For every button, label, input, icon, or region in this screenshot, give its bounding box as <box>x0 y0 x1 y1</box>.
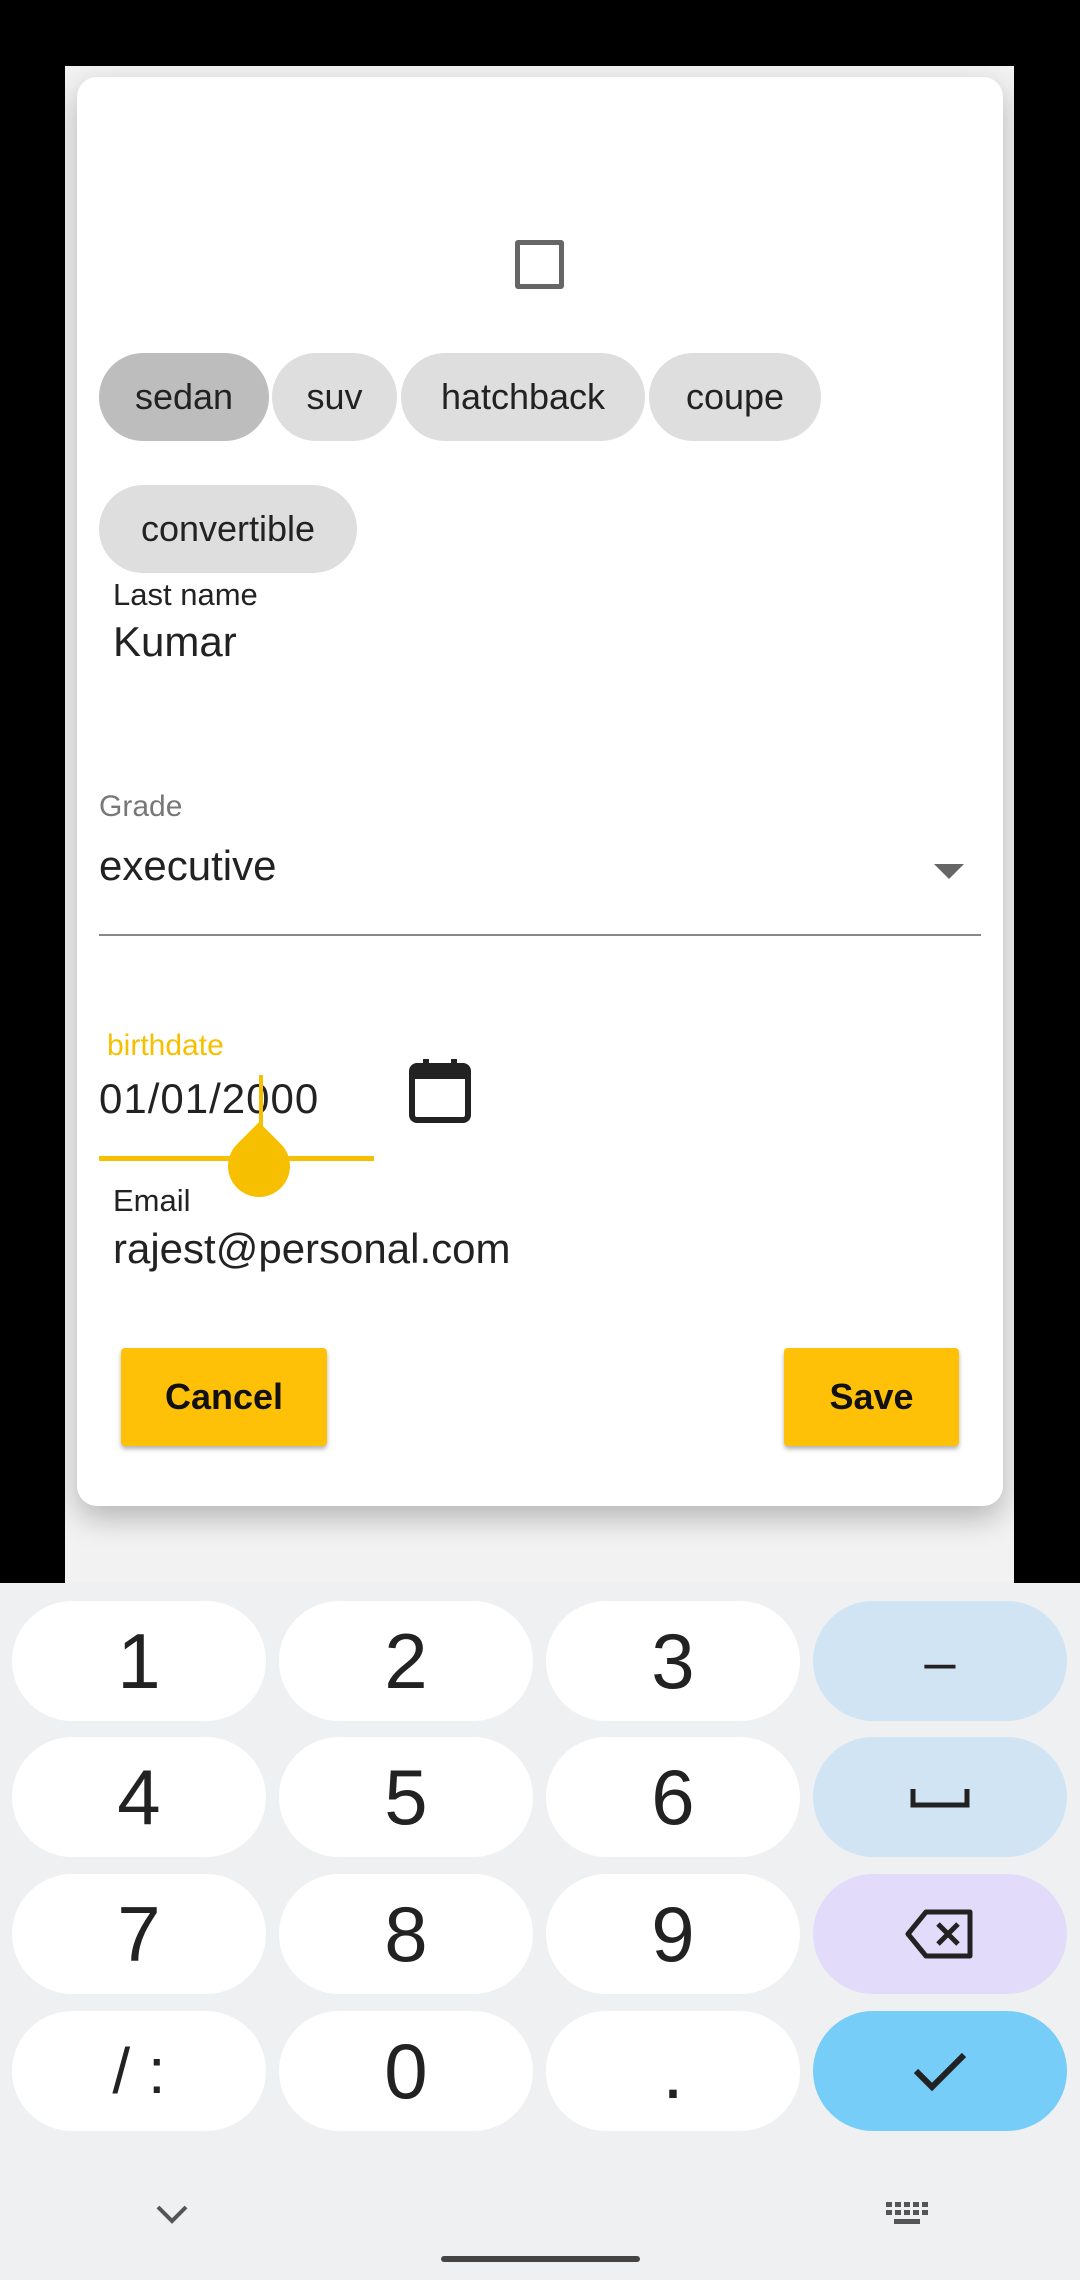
key-2[interactable]: 2 <box>279 1601 533 1721</box>
key-6[interactable]: 6 <box>546 1737 800 1857</box>
key-period[interactable]: . <box>546 2011 800 2131</box>
key-5[interactable]: 5 <box>279 1737 533 1857</box>
key-0[interactable]: 0 <box>279 2011 533 2131</box>
key-label: – <box>924 1629 956 1693</box>
last-name-field[interactable]: Kumar <box>113 618 237 666</box>
screen: sedan suv hatchback coupe convertible La… <box>0 0 1080 2280</box>
last-name-label: Last name <box>113 577 258 612</box>
key-9[interactable]: 9 <box>546 1874 800 1994</box>
key-4[interactable]: 4 <box>12 1737 266 1857</box>
key-label: 5 <box>384 1752 428 1841</box>
key-label: 7 <box>117 1889 161 1978</box>
grade-underline <box>99 934 981 936</box>
edit-dialog: sedan suv hatchback coupe convertible La… <box>77 77 1003 1506</box>
key-3[interactable]: 3 <box>546 1601 800 1721</box>
key-label: 9 <box>651 1889 695 1978</box>
key-backspace[interactable] <box>813 1874 1067 1994</box>
chevron-down-icon[interactable] <box>154 2203 190 2225</box>
key-label: 4 <box>117 1752 161 1841</box>
checkbox[interactable] <box>515 240 564 289</box>
key-label: . <box>662 2026 684 2115</box>
email-field[interactable]: rajest@personal.com <box>113 1225 510 1273</box>
chip-convertible[interactable]: convertible <box>99 485 357 573</box>
key-label: 0 <box>384 2026 428 2115</box>
chip-suv[interactable]: suv <box>272 353 397 441</box>
key-8[interactable]: 8 <box>279 1874 533 1994</box>
key-label: 3 <box>651 1616 695 1705</box>
key-7[interactable]: 7 <box>12 1874 266 1994</box>
key-label: / : <box>112 2035 166 2107</box>
text-cursor <box>259 1075 263 1130</box>
keyboard-icon[interactable] <box>884 2200 930 2230</box>
key-label: 8 <box>384 1889 428 1978</box>
checkmark-icon <box>913 2052 967 2092</box>
key-1[interactable]: 1 <box>12 1601 266 1721</box>
key-slash-colon[interactable]: / : <box>12 2011 266 2131</box>
grade-label: Grade <box>99 790 183 823</box>
key-done[interactable] <box>813 2011 1067 2131</box>
backspace-icon <box>905 1909 973 1959</box>
chip-coupe[interactable]: coupe <box>649 353 821 441</box>
email-label: Email <box>113 1183 191 1218</box>
key-label: 6 <box>651 1752 695 1841</box>
grade-select[interactable]: executive <box>99 842 276 890</box>
space-icon <box>910 1789 970 1808</box>
calendar-icon[interactable] <box>409 1057 471 1123</box>
home-indicator[interactable] <box>441 2256 640 2262</box>
birthdate-field[interactable]: 01/01/2000 <box>99 1075 319 1123</box>
birthdate-label: birthdate <box>107 1029 224 1062</box>
key-minus[interactable]: – <box>813 1601 1067 1721</box>
cancel-button[interactable]: Cancel <box>121 1348 327 1446</box>
key-label: 1 <box>117 1616 161 1705</box>
key-space[interactable] <box>813 1737 1067 1857</box>
chip-hatchback[interactable]: hatchback <box>401 353 645 441</box>
chip-sedan[interactable]: sedan <box>99 353 269 441</box>
dropdown-arrow-icon[interactable] <box>934 864 964 879</box>
save-button[interactable]: Save <box>784 1348 959 1446</box>
numeric-keyboard: 1 2 3 – 4 5 6 7 8 9 / : 0 . <box>0 1583 1080 2280</box>
key-label: 2 <box>384 1616 428 1705</box>
